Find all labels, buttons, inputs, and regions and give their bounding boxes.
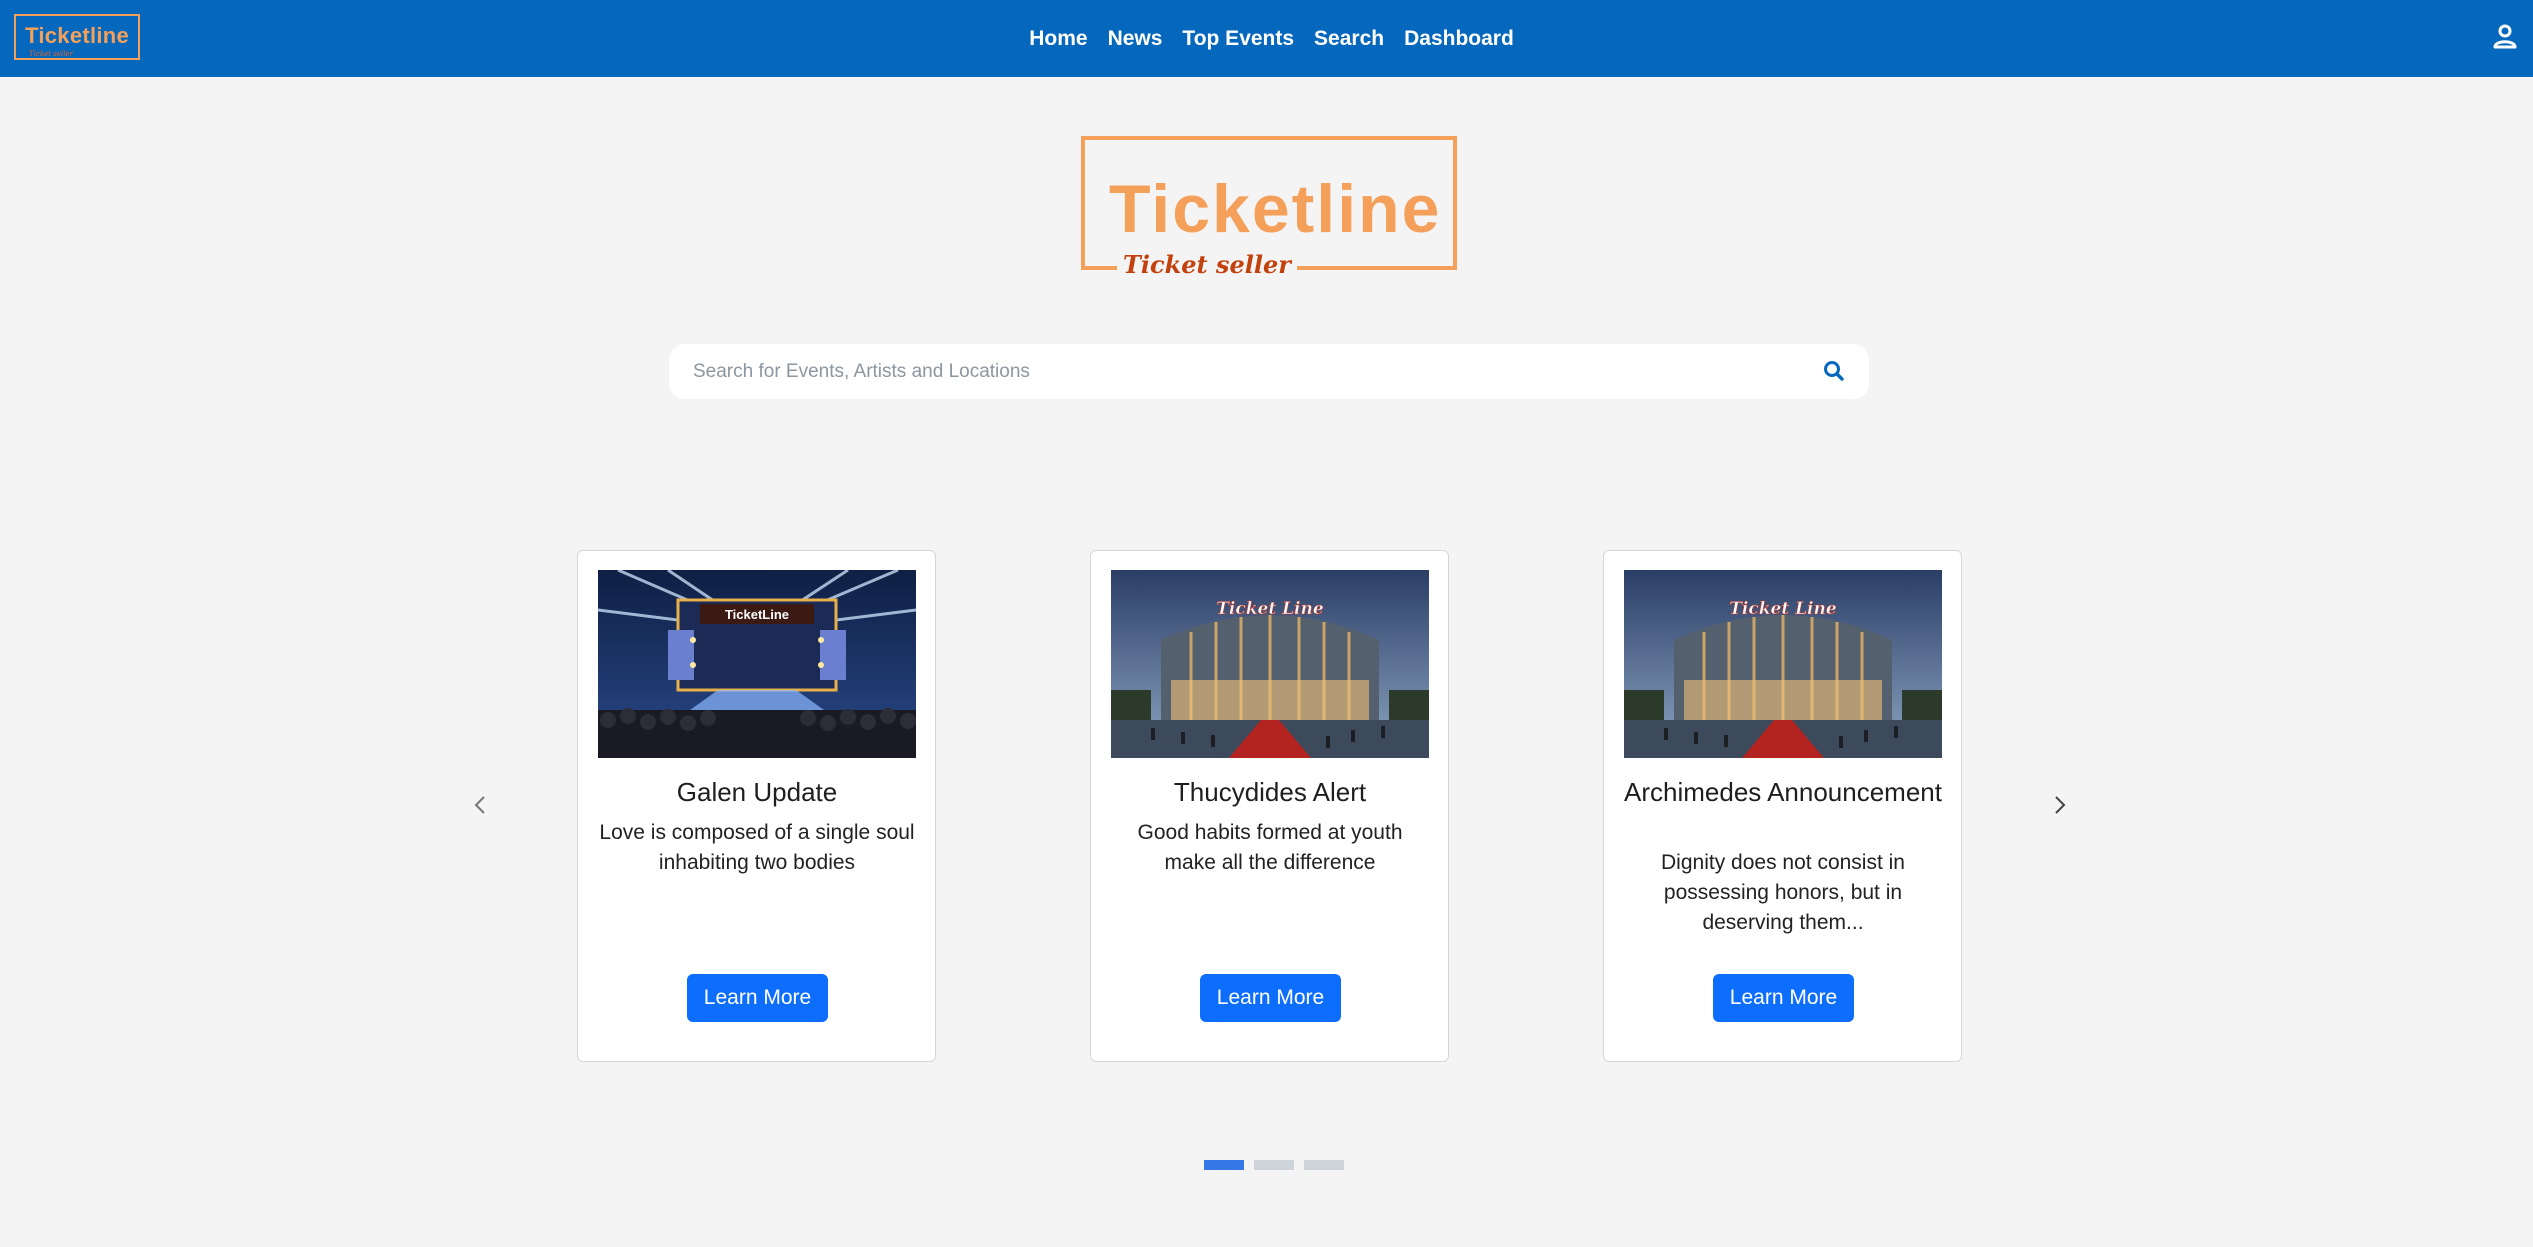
nav-links: Home News Top Events Search Dashboard [0, 0, 2533, 77]
user-icon[interactable] [2491, 22, 2519, 50]
top-navbar: Ticketline Ticket seller Home News Top E… [0, 0, 2533, 77]
carousel-indicator[interactable] [1304, 1160, 1344, 1170]
svg-text:Ticket Line: Ticket Line [1216, 599, 1324, 619]
carousel-indicators [1204, 1160, 1344, 1170]
card-text: Good habits formed at youth make all the… [1137, 821, 1403, 874]
nav-link-news[interactable]: News [1108, 27, 1163, 51]
learn-more-button[interactable]: Learn More [1200, 974, 1341, 1022]
learn-more-button[interactable]: Learn More [1713, 974, 1854, 1022]
nav-link-dashboard[interactable]: Dashboard [1404, 27, 1514, 51]
arena-building-image: Ticket Line [1111, 570, 1429, 758]
nav-link-home[interactable]: Home [1029, 27, 1087, 51]
hero-logo-subtitle: Ticket seller [1117, 250, 1297, 279]
card-text: Love is composed of a single soul inhabi… [599, 821, 915, 874]
carousel-indicator[interactable] [1204, 1160, 1244, 1170]
hero-logo: Ticketline Ticket seller [1081, 136, 1457, 279]
card-title: Thucydides Alert [1173, 777, 1367, 807]
svg-text:TicketLine: TicketLine [725, 607, 789, 622]
nav-link-top-events[interactable]: Top Events [1182, 27, 1294, 51]
nav-link-search[interactable]: Search [1314, 27, 1384, 51]
svg-text:Ticket Line: Ticket Line [1729, 599, 1837, 619]
hero-logo-title: Ticketline [1109, 171, 1442, 247]
card-title: Galen Update [676, 777, 838, 807]
learn-more-button[interactable]: Learn More [687, 974, 828, 1022]
search-input[interactable] [693, 344, 1783, 399]
card-title: Archimedes Announcement [1624, 777, 1942, 807]
chevron-left-icon[interactable] [465, 790, 495, 820]
concert-stage-image: TicketLine [598, 570, 916, 758]
carousel-indicator[interactable] [1254, 1160, 1294, 1170]
arena-building-image: Ticket Line [1624, 570, 1942, 758]
search-bar [669, 344, 1869, 399]
news-card: Ticket Line Archimedes Announcement Dign… [1603, 550, 1962, 1062]
news-card: TicketLine Galen Update Love is composed… [577, 550, 936, 1062]
news-card: Ticket Line Thucydides Alert Good habits… [1090, 550, 1449, 1062]
card-text: Dignity does not consist in possessing h… [1661, 851, 1905, 934]
search-icon[interactable] [1821, 358, 1847, 384]
chevron-right-icon[interactable] [2045, 790, 2075, 820]
